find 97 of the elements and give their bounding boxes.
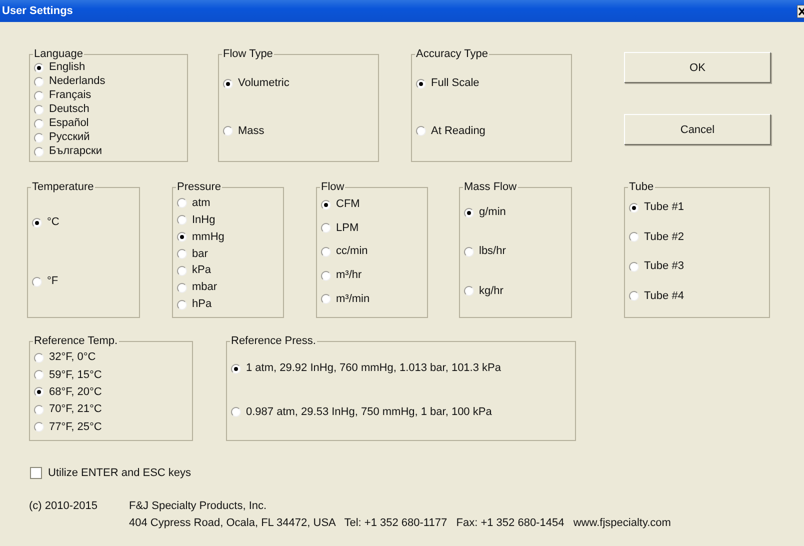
radio-button[interactable]	[464, 246, 474, 257]
radio-button[interactable]	[321, 200, 331, 210]
radio-button[interactable]	[34, 104, 44, 114]
radio-button[interactable]	[321, 270, 331, 281]
radio-button[interactable]	[34, 404, 44, 415]
radio-button[interactable]	[34, 146, 44, 156]
radio-option[interactable]: atm	[177, 196, 279, 210]
radio-option[interactable]: mmHg	[177, 230, 279, 244]
radio-option[interactable]: Русский	[34, 131, 183, 144]
radio-button[interactable]	[321, 223, 331, 234]
radio-option[interactable]: CFM	[321, 198, 423, 212]
radio-button[interactable]	[34, 90, 44, 100]
radio-option[interactable]: Full Scale	[416, 77, 567, 90]
radio-option[interactable]: Español	[34, 117, 183, 130]
group-title: Pressure	[176, 181, 222, 193]
radio-option[interactable]: °F	[32, 275, 135, 288]
dialog-button[interactable]: OK	[624, 52, 771, 83]
radio-button[interactable]	[629, 291, 639, 302]
radio-button[interactable]	[223, 78, 233, 89]
radio-button[interactable]	[321, 246, 331, 257]
radio-option[interactable]: cc/min	[321, 245, 423, 258]
radio-button[interactable]	[177, 300, 187, 310]
radio-button[interactable]	[629, 232, 639, 242]
radio-option[interactable]: 32°F, 0°C	[34, 351, 188, 364]
checkbox-option[interactable]: Utilize ENTER and ESC keys	[30, 467, 192, 479]
radio-option[interactable]: m³/min	[321, 292, 423, 306]
radio-option[interactable]: Български	[34, 145, 183, 158]
radio-option[interactable]: Volumetric	[223, 77, 374, 90]
group-title: Language	[33, 48, 84, 60]
radio-button[interactable]	[231, 364, 241, 374]
radio-button[interactable]	[464, 208, 474, 218]
dialog-button[interactable]: Cancel	[624, 114, 771, 145]
contact-text: 404 Cypress Road, Ocala, FL 34472, USA Tel: +1 352 680-1177 Fax: +1 352 680-1454 www.fjspecialty.com	[129, 517, 671, 529]
radio-option[interactable]: mbar	[177, 281, 279, 294]
radio-option[interactable]: 70°F, 21°C	[34, 403, 188, 416]
radio-button[interactable]	[231, 407, 241, 418]
radio-option[interactable]: kg/hr	[464, 284, 567, 298]
group-title: Tube	[628, 181, 655, 193]
radio-button[interactable]	[34, 132, 44, 142]
company-name: F&J Specialty Products, Inc.	[129, 500, 268, 512]
radio-button[interactable]	[34, 352, 44, 363]
radio-option[interactable]: Tube #1	[629, 201, 765, 214]
radio-option[interactable]: g/min	[464, 206, 567, 220]
group-title: Flow Type	[222, 48, 274, 60]
radio-option[interactable]: Tube #3	[629, 260, 765, 274]
radio-option[interactable]: Deutsch	[34, 103, 183, 116]
window-title: User Settings	[1, 4, 73, 18]
radio-option[interactable]: English	[34, 61, 183, 74]
group-title: Flow	[320, 181, 346, 193]
radio-button[interactable]	[464, 286, 474, 296]
radio-button[interactable]	[34, 422, 44, 432]
copyright-text: (c) 2010-2015	[29, 500, 98, 514]
radio-button[interactable]	[177, 282, 187, 293]
radio-option[interactable]: LPM	[321, 222, 423, 235]
group-title: Accuracy Type	[415, 48, 489, 60]
radio-option[interactable]: 59°F, 15°C	[34, 368, 188, 382]
radio-option[interactable]: At Reading	[416, 124, 567, 138]
radio-option[interactable]: °C	[32, 216, 135, 229]
radio-option[interactable]: 68°F, 20°C	[34, 386, 188, 399]
radio-option[interactable]: InHg	[177, 214, 279, 227]
radio-option[interactable]: Tube #4	[629, 290, 765, 303]
radio-button[interactable]	[177, 198, 187, 208]
radio-button[interactable]	[34, 62, 44, 72]
radio-button[interactable]	[177, 232, 187, 242]
group-title: Reference Temp.	[33, 335, 119, 347]
radio-button[interactable]	[34, 76, 44, 86]
radio-button[interactable]	[34, 118, 44, 128]
checkbox[interactable]	[30, 467, 42, 479]
radio-option[interactable]: Mass	[223, 124, 374, 138]
radio-option[interactable]: 77°F, 25°C	[34, 420, 188, 434]
radio-option[interactable]: Tube #2	[629, 230, 765, 244]
group-title: Temperature	[31, 181, 95, 193]
radio-button[interactable]	[416, 126, 426, 136]
group-title: Reference Press.	[230, 335, 317, 347]
radio-button[interactable]	[223, 126, 233, 136]
radio-button[interactable]	[629, 262, 639, 272]
radio-option[interactable]: 1 atm, 29.92 InHg, 760 mmHg, 1.013 bar, 101.3 kPa	[231, 362, 571, 376]
radio-button[interactable]	[34, 370, 44, 380]
radio-option[interactable]: m³/hr	[321, 269, 423, 282]
radio-button[interactable]	[416, 78, 426, 89]
radio-option[interactable]: 0.987 atm, 29.53 InHg, 750 mmHg, 1 bar, 100 kPa	[231, 406, 571, 419]
radio-option[interactable]: hPa	[177, 298, 279, 312]
radio-button[interactable]	[32, 218, 42, 228]
radio-option[interactable]: kPa	[177, 264, 279, 278]
radio-button[interactable]	[177, 266, 187, 276]
group-title: Mass Flow	[463, 181, 518, 193]
radio-button[interactable]	[177, 215, 187, 226]
radio-button[interactable]	[34, 387, 44, 398]
radio-option[interactable]: Nederlands	[34, 75, 183, 88]
close-icon[interactable]	[797, 4, 804, 18]
radio-button[interactable]	[321, 294, 331, 304]
radio-option[interactable]: bar	[177, 248, 279, 260]
radio-button[interactable]	[32, 276, 42, 286]
radio-option[interactable]: lbs/hr	[464, 245, 567, 258]
radio-option[interactable]: Français	[34, 89, 183, 102]
radio-button[interactable]	[177, 249, 187, 259]
radio-button[interactable]	[629, 202, 639, 213]
